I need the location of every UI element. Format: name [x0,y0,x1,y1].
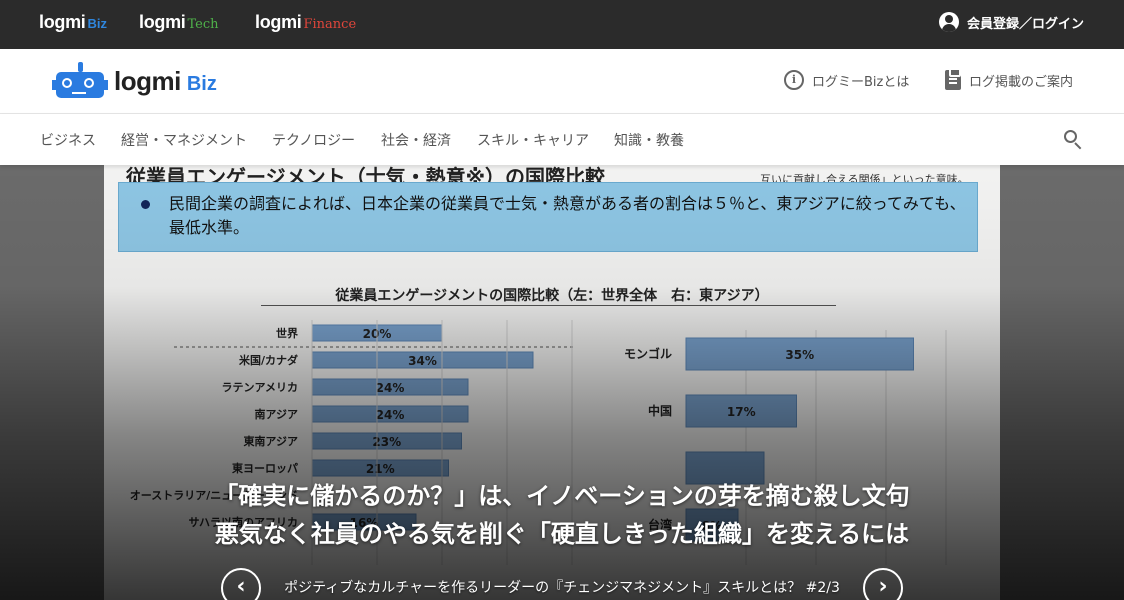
user-icon [938,12,959,32]
site-logo[interactable]: logmi Biz [52,61,217,101]
logmi-biz-link[interactable]: logmi Biz [39,12,107,34]
info-icon: i [784,70,804,90]
data-label: 35% [785,348,814,362]
logmi-finance-link[interactable]: logmi Finance [255,12,356,34]
category-label: 世界 [276,326,298,340]
brand-word: logmi [255,12,302,32]
clipboard-icon [945,68,961,90]
about-link[interactable]: i ログミーBizとは [784,70,909,90]
category-label: 東ヨーロッパ [232,461,298,475]
logo-word: logmi [114,65,181,96]
brand-sub: Biz [87,16,108,31]
category-label: 東南アジア [243,434,298,448]
robot-logo-icon [52,62,108,100]
hero-banner[interactable]: 従業員エンゲージメント（士気・熱意※）の国際比較 互いに貢献し合える関係」といっ… [0,165,1124,600]
about-label: ログミーBizとは [812,74,910,90]
data-label: 24% [376,381,405,395]
nav-item-management[interactable]: 経営・マネジメント [121,130,247,150]
nav-item-society-economy[interactable]: 社会・経済 [381,130,451,150]
nav-item-business[interactable]: ビジネス [40,130,96,150]
data-label: 17% [727,405,756,419]
category-label: 南アジア [254,407,298,421]
brand-sub: Tech [187,17,219,32]
category-nav: ビジネス 経営・マネジメント テクノロジー 社会・経済 スキル・キャリア 知識・… [0,114,1124,165]
logo-sub: Biz [186,72,217,95]
category-label: ラテンアメリカ [222,381,298,394]
guide-label: ログ掲載のご案内 [969,74,1074,90]
brand-sub: Finance [303,17,357,32]
hero-headline-line2: 悪気なく社員のやる気を削ぐ「硬直しきった組織」を変えるには [214,520,910,548]
hero-headline[interactable]: 「確実に儲かるのか？」は、イノベーションの芽を摘む殺し文句 悪気なく社員のやる気… [0,477,1124,553]
search-icon[interactable] [1064,130,1082,150]
category-label: 米国/カナダ [238,353,298,367]
publishing-guide-link[interactable]: ログ掲載のご案内 [945,68,1074,90]
nav-item-knowledge[interactable]: 知識・教養 [614,130,684,150]
data-label: 21% [366,462,395,476]
hero-subtitle: ポジティブなカルチャーを作るリーダーの『チェンジマネジメント』スキルとは？ #2… [284,580,840,596]
hero-headline-line1: 「確実に儲かるのか？」は、イノベーションの芽を摘む殺し文句 [214,482,910,510]
chevron-right-icon[interactable]: › [863,568,903,600]
data-label: 34% [408,354,437,368]
logmi-tech-link[interactable]: logmi Tech [139,12,219,34]
brand-word: logmi [139,12,186,32]
site-header: logmi Biz i ログミーBizとは ログ掲載のご案内 [0,49,1124,114]
login-link[interactable]: 会員登録／ログイン [938,12,1084,32]
top-bar: logmi Biz logmi Tech logmi Finance 会員登録／… [0,0,1124,49]
brand-word: logmi [39,12,86,32]
data-label: 24% [376,408,405,422]
nav-item-technology[interactable]: テクノロジー [272,130,355,150]
category-label: モンゴル [624,346,672,361]
login-label: 会員登録／ログイン [966,16,1084,32]
nav-item-skill-career[interactable]: スキル・キャリア [477,130,589,150]
category-label: 中国 [648,403,672,418]
